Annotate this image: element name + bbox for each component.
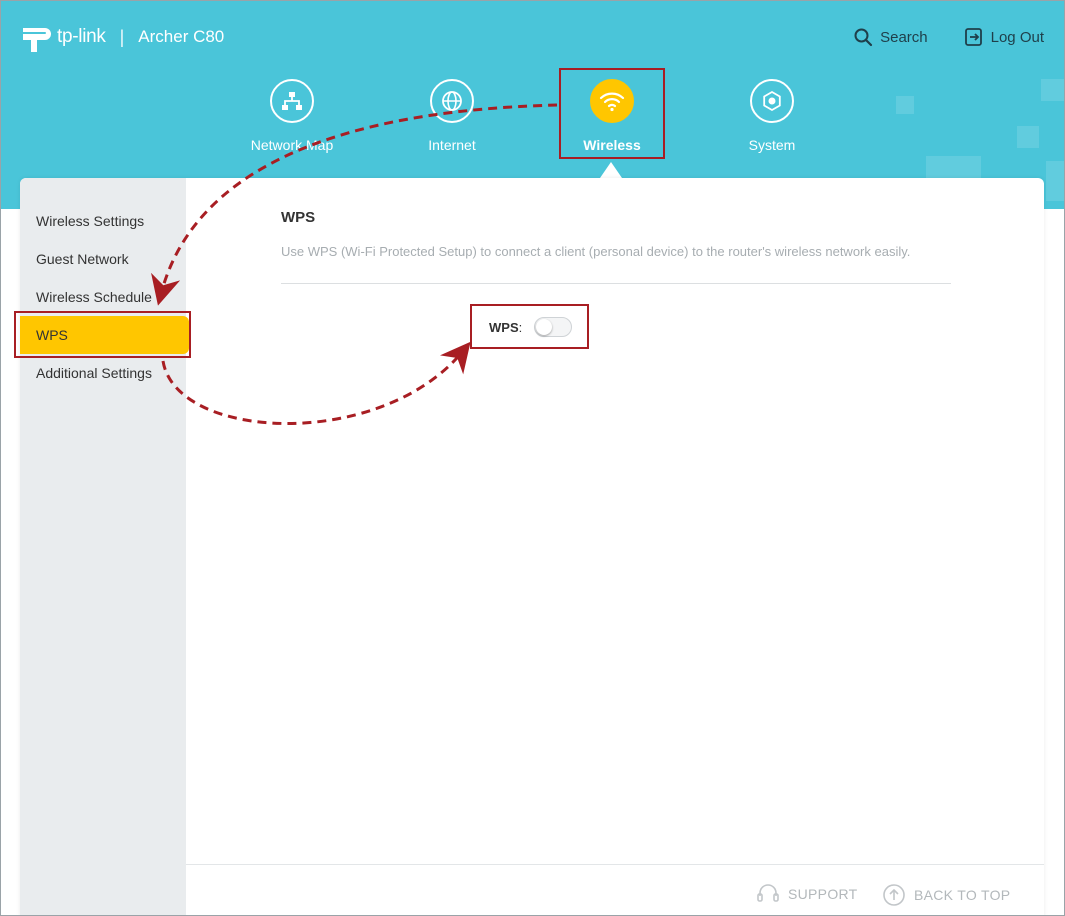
page-description: Use WPS (Wi-Fi Protected Setup) to conne… bbox=[281, 244, 911, 259]
search-icon bbox=[854, 28, 873, 47]
sidebar-item-guest-network[interactable]: Guest Network bbox=[20, 240, 186, 278]
decor-square bbox=[1041, 79, 1064, 101]
main-panel: Wireless Settings Guest Network Wireless… bbox=[20, 178, 1044, 915]
tp-link-logo-icon bbox=[23, 28, 51, 52]
network-map-icon bbox=[270, 79, 314, 123]
globe-icon bbox=[430, 79, 474, 123]
search-label: Search bbox=[880, 28, 928, 46]
nav-internet[interactable]: Internet bbox=[392, 79, 512, 153]
nav-network-map[interactable]: Network Map bbox=[232, 79, 352, 153]
decor-square bbox=[896, 96, 914, 114]
divider bbox=[281, 283, 951, 284]
decor-square bbox=[1046, 161, 1064, 201]
logo-separator: | bbox=[119, 26, 125, 47]
logout-label: Log Out bbox=[990, 28, 1044, 46]
support-label: SUPPORT bbox=[788, 886, 858, 902]
nav-label-network-map: Network Map bbox=[250, 137, 334, 153]
search-button[interactable]: Search bbox=[853, 27, 928, 47]
footer: SUPPORT BACK TO TOP bbox=[186, 864, 1044, 915]
highlight-wireless-tab bbox=[559, 68, 665, 159]
sidebar: Wireless Settings Guest Network Wireless… bbox=[20, 178, 189, 915]
arrow-up-circle-icon bbox=[883, 884, 905, 906]
nav-label-system: System bbox=[748, 137, 796, 153]
logo-text: tp-link bbox=[57, 26, 106, 47]
highlight-wps-sidebar bbox=[14, 311, 191, 358]
nav-label-internet: Internet bbox=[428, 137, 476, 153]
page-title: WPS bbox=[281, 209, 316, 226]
gear-icon bbox=[750, 79, 794, 123]
support-link[interactable]: SUPPORT bbox=[756, 883, 858, 905]
nav-system[interactable]: System bbox=[712, 79, 832, 153]
sidebar-item-additional-settings[interactable]: Additional Settings bbox=[20, 354, 186, 392]
top-actions: Search Log Out bbox=[853, 27, 1044, 47]
decor-square bbox=[1017, 126, 1039, 148]
highlight-wps-toggle bbox=[470, 304, 589, 349]
back-to-top-link[interactable]: BACK TO TOP bbox=[882, 883, 1010, 907]
active-nav-pointer bbox=[600, 162, 622, 178]
logout-icon bbox=[964, 28, 982, 46]
model-name: Archer C80 bbox=[138, 27, 225, 46]
sidebar-item-wireless-settings[interactable]: Wireless Settings bbox=[20, 202, 186, 240]
tp-link-logo[interactable]: tp-link | Archer C80 bbox=[19, 19, 224, 55]
logout-button[interactable]: Log Out bbox=[964, 27, 1044, 47]
back-to-top-label: BACK TO TOP bbox=[914, 887, 1011, 903]
router-admin-window: tp-link | Archer C80 Search Log Out Netw… bbox=[0, 0, 1065, 916]
headset-icon bbox=[757, 884, 779, 902]
